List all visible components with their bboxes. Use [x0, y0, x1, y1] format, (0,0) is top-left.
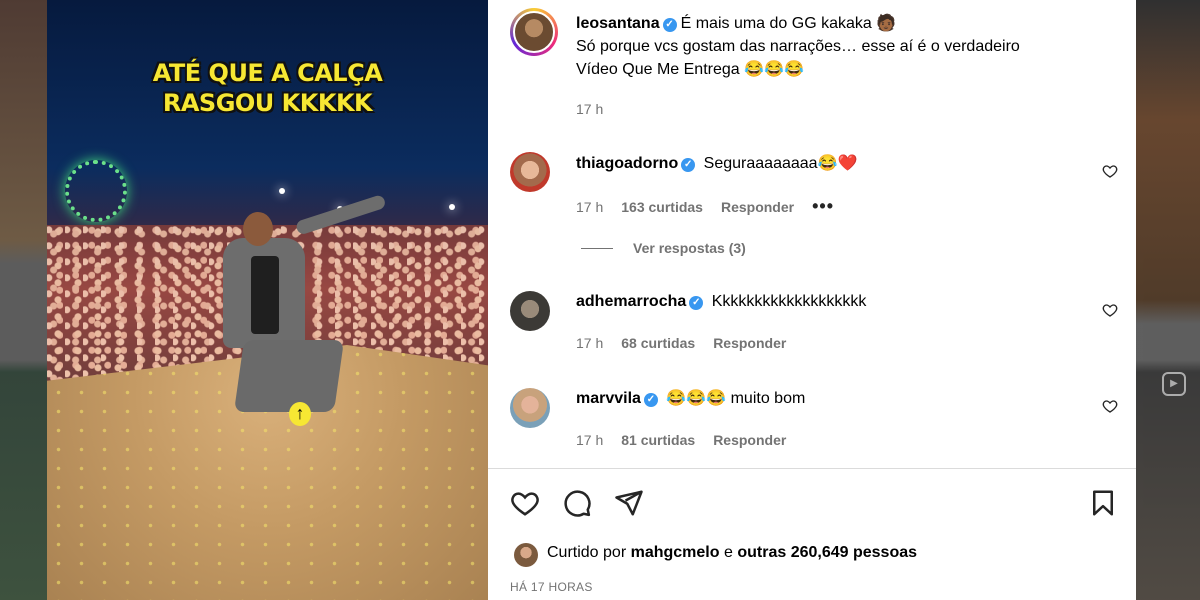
- verified-badge-icon: ✓: [689, 296, 704, 310]
- performer-shirt: [251, 256, 279, 334]
- liked-by: Curtido por mahgcmelo e outras 260,649 p…: [547, 544, 917, 562]
- view-replies-label[interactable]: Ver respostas (3): [633, 240, 746, 256]
- caption-line-3: Vídeo Que Me Entrega 😂😂😂: [576, 61, 804, 78]
- view-replies[interactable]: Ver respostas (3): [581, 240, 746, 256]
- verified-badge-icon: ✓: [662, 18, 677, 32]
- heart-icon: [511, 492, 539, 516]
- post-time[interactable]: 17 h: [576, 101, 603, 117]
- background-post-right: ▶: [1136, 0, 1200, 600]
- heart-icon[interactable]: [1102, 398, 1118, 414]
- liked-by-prefix: Curtido por: [547, 544, 627, 561]
- heart-icon[interactable]: [1102, 163, 1118, 179]
- commenter-avatar[interactable]: [510, 388, 550, 428]
- comment-meta: 17 h 68 curtidas Responder: [576, 335, 786, 351]
- comment-meta: 17 h 81 curtidas Responder: [576, 432, 786, 448]
- comment-time[interactable]: 17 h: [576, 199, 603, 215]
- commenter-username[interactable]: marvvila: [576, 390, 641, 407]
- liker-username[interactable]: mahgcmelo: [631, 544, 720, 561]
- video-caption: ATÉ QUE A CALÇA RASGOU KKKKK: [152, 59, 383, 117]
- post-age[interactable]: HÁ 17 HORAS: [510, 580, 593, 594]
- comment-text: Kkkkkkkkkkkkkkkkkkk: [711, 293, 867, 310]
- performer-legs: [233, 340, 345, 412]
- commenter-username[interactable]: adhemarrocha: [576, 293, 686, 310]
- likes-count[interactable]: outras 260,649 pessoas: [737, 544, 917, 561]
- arrow-up-icon: ↑: [289, 402, 311, 426]
- post-caption: leosantana ✓ É mais uma do GG kakaka 🧑🏾 Só…: [576, 12, 1096, 81]
- post-details-panel: leosantana ✓ É mais uma do GG kakaka 🧑🏾 Só…: [488, 0, 1136, 600]
- comment-text: 😂😂😂 muito bom: [666, 390, 806, 407]
- comment-time[interactable]: 17 h: [576, 335, 603, 351]
- reply-button[interactable]: Responder: [713, 432, 786, 448]
- verified-badge-icon: ✓: [643, 393, 658, 407]
- comment-icon: [564, 490, 591, 517]
- comment-likes[interactable]: 163 curtidas: [621, 199, 703, 215]
- reply-button[interactable]: Responder: [721, 199, 794, 215]
- comment-text: Seguraaaaaaaa😂❤️: [703, 155, 858, 172]
- stage-light: [449, 204, 455, 210]
- author-avatar[interactable]: [510, 8, 558, 56]
- reply-button[interactable]: Responder: [713, 335, 786, 351]
- comment-button[interactable]: [562, 488, 592, 518]
- share-icon: [615, 490, 643, 516]
- author-username[interactable]: leosantana: [576, 15, 660, 32]
- save-button[interactable]: [1088, 488, 1118, 518]
- reels-icon: ▶: [1162, 372, 1186, 396]
- comment-meta: 17 h 163 curtidas Responder •••: [576, 196, 834, 217]
- post-video[interactable]: ATÉ QUE A CALÇA RASGOU KKKKK ↑: [47, 0, 488, 600]
- comment-likes[interactable]: 81 curtidas: [621, 432, 695, 448]
- replies-line: [581, 247, 613, 249]
- caption-line-1: É mais uma do GG kakaka 🧑🏾: [680, 15, 897, 32]
- commenter-username[interactable]: thiagoadorno: [576, 155, 678, 172]
- liker-avatar[interactable]: [514, 543, 538, 567]
- background-post-left: [0, 0, 47, 600]
- heart-icon[interactable]: [1102, 302, 1118, 318]
- liked-by-conj: e: [723, 544, 733, 561]
- share-button[interactable]: [614, 488, 644, 518]
- caption-line-2: Só porque vcs gostam das narrações… esse…: [576, 38, 1020, 55]
- verified-badge-icon: ✓: [681, 158, 696, 172]
- stage-light: [279, 188, 285, 194]
- bookmark-icon: [1093, 490, 1113, 516]
- commenter-avatar[interactable]: [510, 291, 550, 331]
- ferris-wheel: [65, 160, 127, 222]
- comment: adhemarrocha ✓ Kkkkkkkkkkkkkkkkkkk: [576, 291, 1076, 313]
- like-button[interactable]: [510, 488, 540, 518]
- divider: [488, 468, 1136, 469]
- comment-likes[interactable]: 68 curtidas: [621, 335, 695, 351]
- performer-head: [243, 212, 273, 246]
- comment: marvvila ✓ 😂😂😂 muito bom: [576, 388, 1076, 410]
- commenter-avatar[interactable]: [510, 152, 550, 192]
- more-options-button[interactable]: •••: [812, 196, 834, 217]
- comment-time[interactable]: 17 h: [576, 432, 603, 448]
- comment: thiagoadorno ✓ Seguraaaaaaaa😂❤️: [576, 153, 1076, 175]
